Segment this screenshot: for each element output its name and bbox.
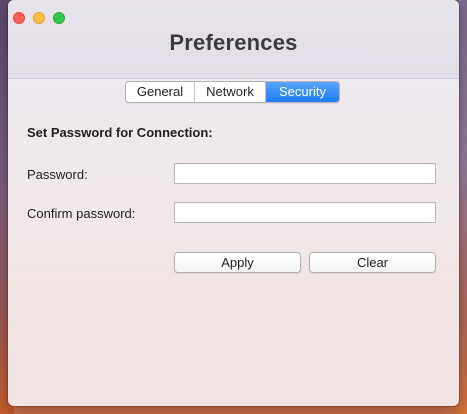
close-window-button[interactable] (13, 12, 25, 24)
titlebar: Preferences (8, 0, 459, 79)
tab-general[interactable]: General (126, 82, 195, 102)
tab-network[interactable]: Network (195, 82, 266, 102)
confirm-password-label: Confirm password: (27, 206, 136, 221)
section-title: Set Password for Connection: (27, 125, 213, 140)
apply-button[interactable]: Apply (174, 252, 301, 273)
confirm-password-field[interactable] (174, 202, 436, 223)
minimize-window-button[interactable] (33, 12, 45, 24)
zoom-window-button[interactable] (53, 12, 65, 24)
tab-security[interactable]: Security (266, 82, 339, 102)
password-field[interactable] (174, 163, 436, 184)
security-panel: Set Password for Connection: Password: C… (8, 102, 459, 406)
clear-button[interactable]: Clear (309, 252, 436, 273)
preferences-tabbar: General Network Security (125, 81, 340, 103)
preferences-window: Preferences General Network Security Set… (8, 0, 459, 406)
window-title: Preferences (169, 30, 298, 55)
password-label: Password: (27, 167, 88, 182)
